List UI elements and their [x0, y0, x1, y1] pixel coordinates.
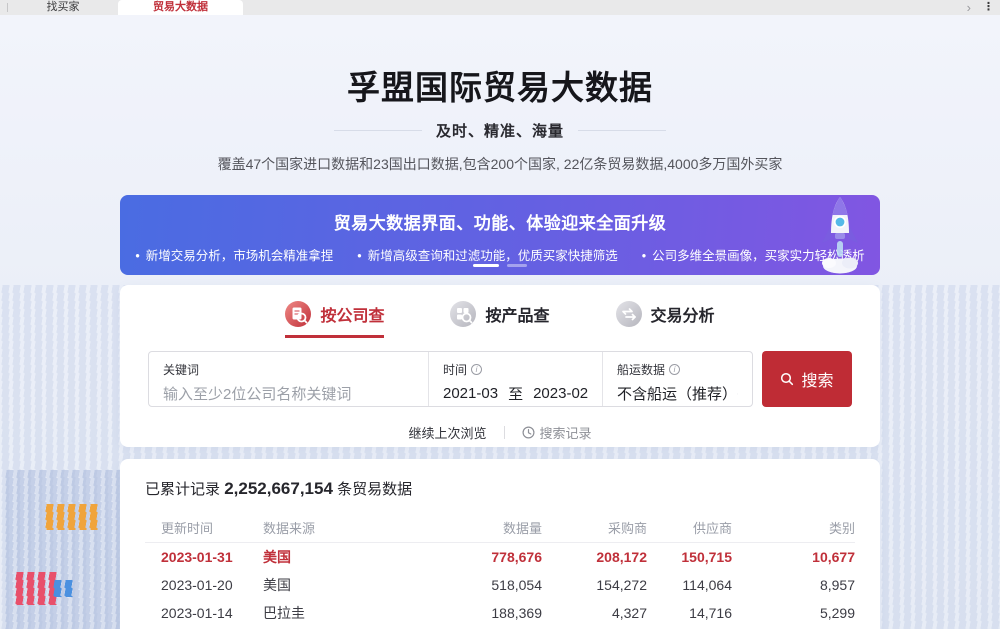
col-categories: 类别 — [732, 518, 855, 537]
browser-tabstrip: 找买家 贸易大数据 › ⋮ — [0, 0, 1000, 15]
col-data-source: 数据来源 — [263, 518, 424, 537]
shipping-label: 船运数据 — [617, 361, 665, 378]
tab-label: 按产品查 — [485, 302, 549, 326]
cell-suppliers: 150,715 — [647, 549, 732, 565]
trade-data-table-card: 已累计记录 2,252,667,154 条贸易数据 更新时间 数据来源 数据量 … — [120, 459, 880, 629]
time-label: 时间 — [443, 361, 467, 378]
cell-suppliers: 114,064 — [647, 577, 732, 593]
search-form: 关键词 输入至少2位公司名称关键词 时间 i 2021-03 至 2023-02 — [148, 351, 753, 407]
carousel-dot-active[interactable] — [473, 264, 499, 268]
page-title: 孚盟国际贸易大数据 — [120, 15, 880, 109]
cell-record-count: 778,676 — [424, 549, 542, 565]
search-icon — [780, 372, 794, 386]
cell-record-count: 188,369 — [424, 605, 542, 621]
banner-title: 贸易大数据界面、功能、体验迎来全面升级 — [120, 195, 880, 234]
col-suppliers: 供应商 — [647, 518, 732, 537]
tab-label: 交易分析 — [651, 302, 715, 326]
cell-buyers: 208,172 — [542, 549, 647, 565]
cell-data-source: 美国 — [263, 575, 424, 595]
summary-prefix: 已累计记录 — [145, 481, 220, 498]
cell-suppliers: 14,716 — [647, 605, 732, 621]
keyword-field[interactable]: 关键词 输入至少2位公司名称关键词 — [149, 352, 428, 406]
time-to-value[interactable]: 2023-02 — [533, 385, 588, 402]
cell-categories: 5,299 — [732, 605, 855, 621]
coverage-description: 覆盖47个国家进口数据和23国出口数据,包含200个国家, 22亿条贸易数据,4… — [120, 154, 880, 174]
total-records-count: 2,252,667,154 — [224, 479, 333, 498]
page-subtitle: 及时、精准、海量 — [436, 120, 564, 141]
map-highlight-orange — [44, 504, 100, 530]
cell-update-time: 2023-01-14 — [161, 605, 263, 621]
summary-suffix: 条贸易数据 — [337, 481, 412, 498]
search-button-label: 搜索 — [801, 367, 833, 391]
upgrade-banner[interactable]: 贸易大数据界面、功能、体验迎来全面升级 新增交易分析，市场机会精准拿捏 新增高级… — [120, 195, 880, 275]
shipping-data-select[interactable]: 船运数据 i 不含船运（推荐） — [602, 352, 752, 406]
cell-buyers: 4,327 — [542, 605, 647, 621]
company-search-icon — [285, 301, 311, 327]
search-history-link[interactable]: 搜索记录 — [522, 423, 592, 442]
trade-analysis-icon — [616, 301, 642, 327]
info-icon[interactable]: i — [471, 364, 482, 375]
cell-update-time: 2023-01-31 — [161, 549, 263, 565]
clock-icon — [522, 426, 535, 439]
subtitle-line-right — [578, 130, 666, 131]
tab-trade-big-data[interactable]: 贸易大数据 — [118, 0, 243, 15]
chevron-right-icon[interactable]: › — [967, 1, 971, 14]
chevron-down-icon[interactable] — [737, 388, 738, 400]
map-highlight-red — [14, 572, 59, 605]
keyword-label: 关键词 — [163, 361, 414, 378]
tab-search-by-product[interactable]: 按产品查 — [450, 301, 549, 338]
time-range-field[interactable]: 时间 i 2021-03 至 2023-02 — [428, 352, 602, 406]
tab-label: 按公司查 — [320, 302, 384, 326]
table-header: 更新时间 数据来源 数据量 采购商 供应商 类别 — [145, 513, 855, 543]
resume-browsing-link[interactable]: 继续上次浏览 — [408, 423, 486, 442]
time-from-value[interactable]: 2021-03 — [443, 385, 498, 402]
kebab-menu-icon[interactable]: ⋮ — [983, 2, 994, 13]
table-row[interactable]: 2023-01-14 巴拉圭 188,369 4,327 14,716 5,29… — [145, 599, 855, 627]
table-row[interactable]: 2023-01-20 美国 518,054 154,272 114,064 8,… — [145, 571, 855, 599]
time-separator: 至 — [508, 383, 523, 404]
table-body: 2023-01-31 美国 778,676 208,172 150,715 10… — [145, 543, 855, 629]
product-search-icon — [450, 301, 476, 327]
search-button[interactable]: 搜索 — [762, 351, 852, 407]
cell-record-count: 518,054 — [424, 577, 542, 593]
cell-categories: 10,677 — [732, 549, 855, 565]
info-icon[interactable]: i — [669, 364, 680, 375]
cell-data-source: 巴拉圭 — [263, 603, 424, 623]
tab-find-buyers[interactable]: 找买家 — [8, 0, 118, 15]
map-highlight-blue — [52, 580, 75, 597]
cell-buyers: 154,272 — [542, 577, 647, 593]
links-divider — [504, 426, 505, 439]
records-summary: 已累计记录 2,252,667,154 条贸易数据 — [145, 478, 855, 499]
keyword-input[interactable]: 输入至少2位公司名称关键词 — [163, 383, 414, 404]
col-buyers: 采购商 — [542, 518, 647, 537]
carousel-dot[interactable] — [507, 264, 527, 268]
tab-trade-analysis[interactable]: 交易分析 — [616, 301, 715, 338]
banner-bullet-1: 新增交易分析，市场机会精准拿捏 — [135, 245, 333, 264]
cell-categories: 8,957 — [732, 577, 855, 593]
page-background: 孚盟国际贸易大数据 及时、精准、海量 覆盖47个国家进口数据和23国出口数据,包… — [0, 15, 1000, 629]
col-record-count: 数据量 — [424, 518, 542, 537]
table-row[interactable]: 2023-01-31 美国 778,676 208,172 150,715 10… — [145, 543, 855, 571]
tab-search-by-company[interactable]: 按公司查 — [285, 301, 384, 338]
subtitle-line-left — [334, 130, 422, 131]
rocket-icon — [816, 193, 864, 277]
shipping-selected-value[interactable]: 不含船运（推荐） — [617, 383, 737, 404]
cell-update-time: 2023-01-20 — [161, 577, 263, 593]
cell-data-source: 美国 — [263, 547, 424, 567]
col-update-time: 更新时间 — [161, 518, 263, 537]
banner-bullet-2: 新增高级查询和过滤功能，优质买家快捷筛选 — [357, 245, 617, 264]
search-card: 按公司查 按产品查 — [120, 285, 880, 447]
search-history-label: 搜索记录 — [540, 423, 592, 442]
